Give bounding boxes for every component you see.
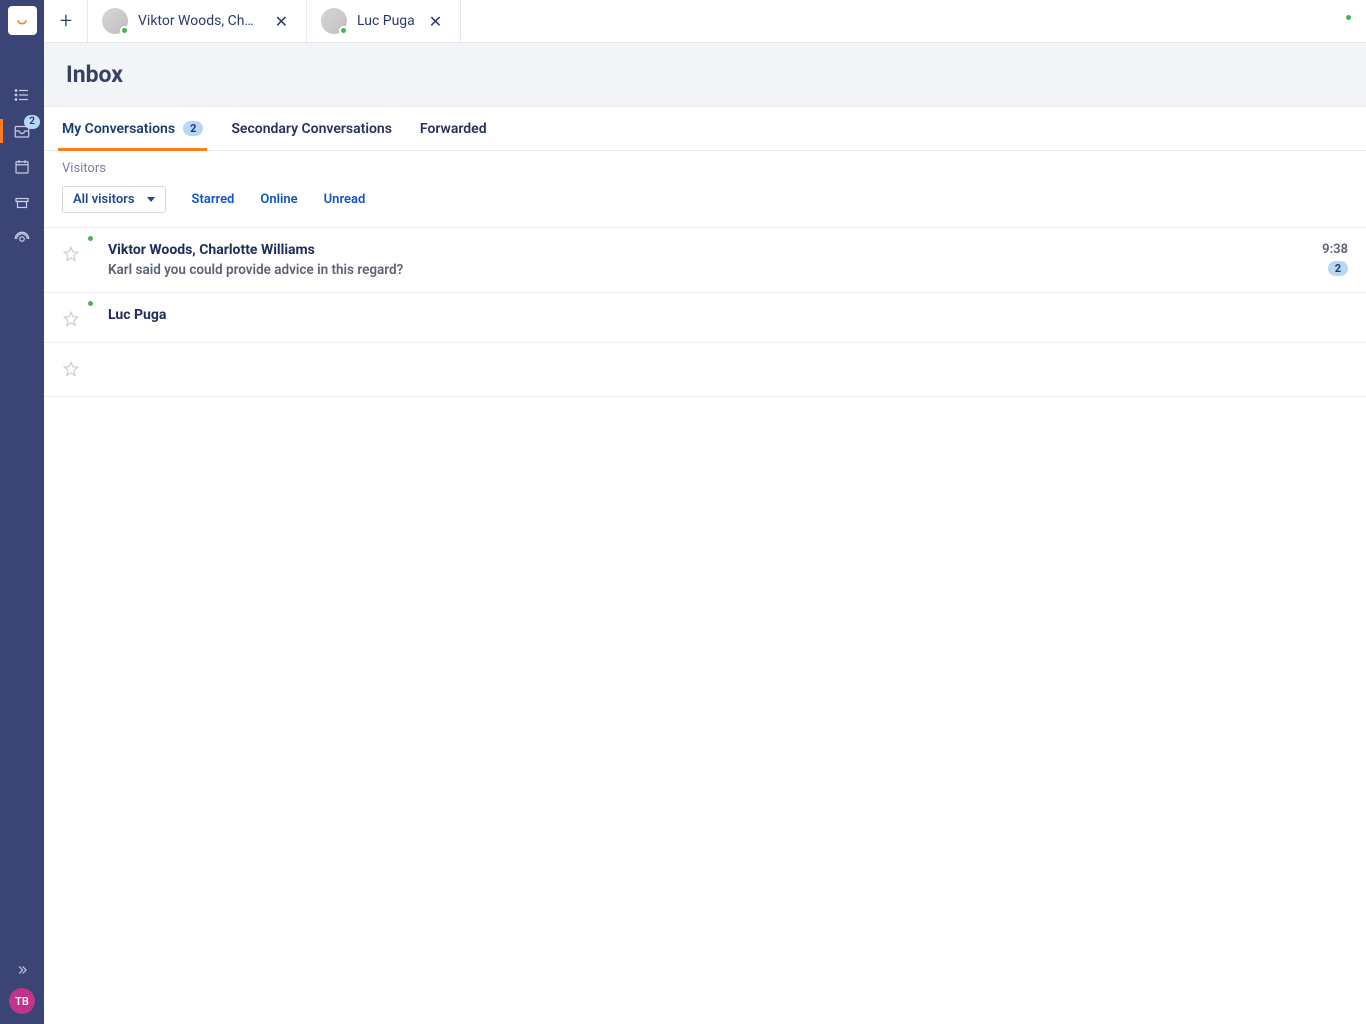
page-title: Inbox — [66, 61, 1344, 88]
chevrons-right-icon — [15, 963, 29, 977]
conversation-body: Viktor Woods, Charlotte Williams Karl sa… — [108, 242, 1308, 278]
conversation-tab-0[interactable]: Viktor Woods, Charl… ✕ — [87, 0, 307, 42]
tabbar-spacer — [461, 0, 1352, 42]
conversation-list: Viktor Woods, Charlotte Williams Karl sa… — [44, 228, 1366, 397]
tab-secondary-conversations[interactable]: Secondary Conversations — [231, 107, 392, 150]
filter-online[interactable]: Online — [260, 192, 297, 207]
presence-online-icon — [1344, 13, 1353, 22]
list-icon — [13, 86, 31, 104]
new-tab-button[interactable]: + — [44, 0, 88, 42]
avatar — [321, 8, 347, 34]
star-toggle[interactable] — [62, 310, 80, 328]
presence-online-icon — [120, 26, 129, 35]
star-outline-icon — [62, 245, 80, 263]
conversation-title: Viktor Woods, Charlotte Williams — [108, 242, 1308, 258]
conversation-title: Luc Puga — [108, 307, 1348, 323]
archive-icon — [13, 194, 31, 212]
nav-feed[interactable] — [0, 77, 44, 113]
filter-unread[interactable]: Unread — [324, 192, 366, 207]
subtab-label: My Conversations — [62, 121, 175, 137]
unread-count-badge: 2 — [1328, 261, 1348, 276]
conversation-meta: 9:38 2 — [1322, 242, 1348, 276]
tab-label: Viktor Woods, Charl… — [138, 13, 261, 29]
dropdown-value: All visitors — [73, 192, 135, 207]
conversation-row[interactable]: Luc Puga — [44, 293, 1366, 343]
inbox-subtabs: My Conversations 2 Secondary Conversatio… — [44, 107, 1366, 151]
avatar — [102, 8, 128, 34]
conversation-row[interactable]: Viktor Woods, Charlotte Williams Karl sa… — [44, 228, 1366, 293]
presence-online-icon — [339, 26, 348, 35]
caret-down-icon — [147, 197, 155, 202]
rail-expand-button[interactable] — [0, 952, 44, 988]
account-menu[interactable] — [1352, 0, 1366, 42]
tab-my-conversations[interactable]: My Conversations 2 — [62, 107, 203, 150]
conversation-time: 9:38 — [1322, 242, 1348, 257]
nav-calendar[interactable] — [0, 149, 44, 185]
broadcast-icon — [13, 230, 31, 248]
tab-label: Luc Puga — [357, 13, 415, 29]
page-header: Inbox — [44, 43, 1366, 107]
conversation-body: Luc Puga — [108, 307, 1348, 323]
star-outline-icon — [62, 310, 80, 328]
nav-inbox[interactable]: 2 — [0, 113, 44, 149]
nav-archive[interactable] — [0, 185, 44, 221]
presence-online-icon — [86, 299, 95, 308]
filter-starred[interactable]: Starred — [192, 192, 235, 207]
star-outline-icon — [62, 360, 80, 378]
subtab-label: Forwarded — [420, 121, 487, 137]
my-conversations-badge: 2 — [183, 121, 203, 136]
conversation-row-empty — [44, 343, 1366, 397]
calendar-icon — [13, 158, 31, 176]
app-logo[interactable] — [8, 6, 37, 35]
star-toggle[interactable] — [62, 360, 80, 378]
left-rail: 2 TB — [0, 0, 44, 1024]
current-user-avatar[interactable]: TB — [9, 988, 35, 1014]
conversation-tab-1[interactable]: Luc Puga ✕ — [306, 0, 461, 42]
main-area: + Viktor Woods, Charl… ✕ Luc Puga ✕ — [44, 0, 1366, 1024]
close-icon[interactable]: ✕ — [271, 10, 292, 33]
nav-broadcast[interactable] — [0, 221, 44, 257]
filters-bar: Visitors All visitors Starred Online Unr… — [44, 151, 1366, 228]
conversation-tabs-bar: + Viktor Woods, Charl… ✕ Luc Puga ✕ — [44, 0, 1366, 43]
tab-forwarded[interactable]: Forwarded — [420, 107, 487, 150]
close-icon[interactable]: ✕ — [425, 10, 446, 33]
smile-icon — [14, 13, 30, 29]
inbox-badge: 2 — [24, 115, 40, 129]
subtab-label: Secondary Conversations — [231, 121, 392, 137]
conversation-snippet: Karl said you could provide advice in th… — [108, 262, 1308, 278]
star-toggle[interactable] — [62, 245, 80, 263]
presence-online-icon — [86, 234, 95, 243]
filters-row: All visitors Starred Online Unread — [62, 186, 1348, 213]
visitor-filter-dropdown[interactable]: All visitors — [62, 186, 166, 213]
filters-section-label: Visitors — [62, 161, 1348, 176]
